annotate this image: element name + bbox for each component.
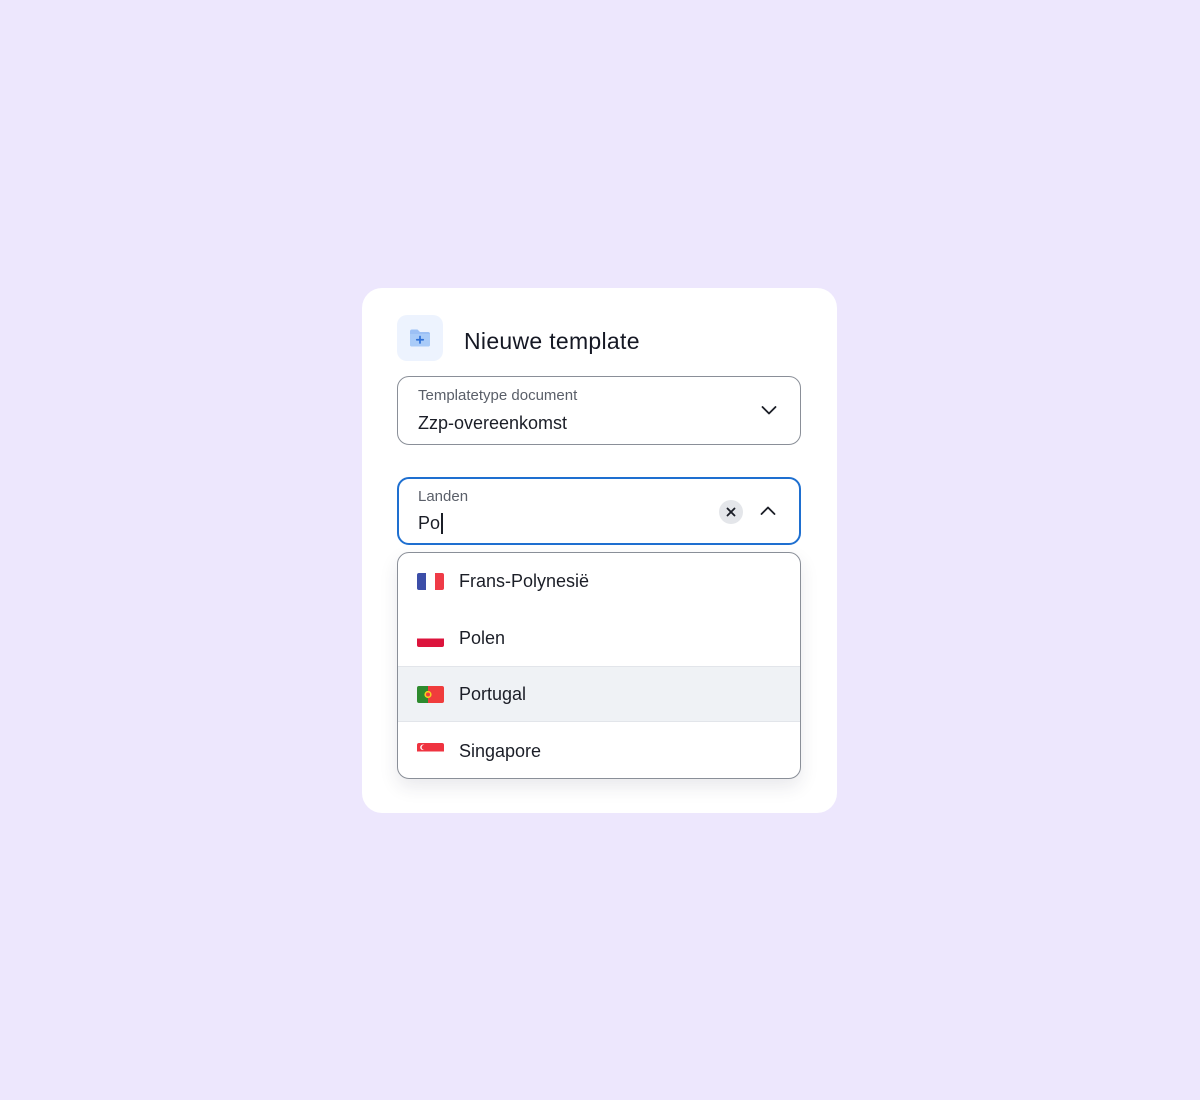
countries-label: Landen <box>418 488 469 505</box>
dialog-title: Nieuwe template <box>464 327 640 354</box>
option-singapore[interactable]: Singapore <box>398 723 800 778</box>
template-type-label: Templatetype document <box>418 387 578 404</box>
chevron-down-icon[interactable] <box>760 401 778 419</box>
countries-input[interactable]: Po <box>418 513 443 534</box>
countries-dropdown: Frans-Polynesië Polen Portugal Singapore <box>397 552 801 779</box>
poland-flag-icon <box>417 629 444 647</box>
option-frans-polynesie[interactable]: Frans-Polynesië <box>398 553 800 609</box>
countries-input-text: Po <box>418 513 441 533</box>
option-label: Portugal <box>459 683 527 704</box>
countries-combobox[interactable]: Landen Po <box>397 477 801 545</box>
france-flag-icon <box>417 572 444 590</box>
template-type-select[interactable]: Templatetype document Zzp-overeenkomst <box>397 376 801 445</box>
template-type-value: Zzp-overeenkomst <box>418 413 568 433</box>
clear-button[interactable] <box>719 500 743 524</box>
close-icon <box>726 507 736 517</box>
folder-plus-icon <box>397 315 443 361</box>
option-label: Frans-Polynesië <box>459 570 590 591</box>
text-caret <box>441 513 443 534</box>
chevron-up-icon[interactable] <box>759 502 777 520</box>
option-portugal[interactable]: Portugal <box>398 666 800 722</box>
option-label: Singapore <box>459 740 542 761</box>
portugal-flag-icon <box>417 685 444 703</box>
new-template-dialog: Nieuwe template Templatetype document Zz… <box>362 288 837 813</box>
option-label: Polen <box>459 627 506 648</box>
option-polen[interactable]: Polen <box>398 610 800 666</box>
singapore-flag-icon <box>417 742 444 760</box>
dialog-header: Nieuwe template <box>397 314 640 362</box>
